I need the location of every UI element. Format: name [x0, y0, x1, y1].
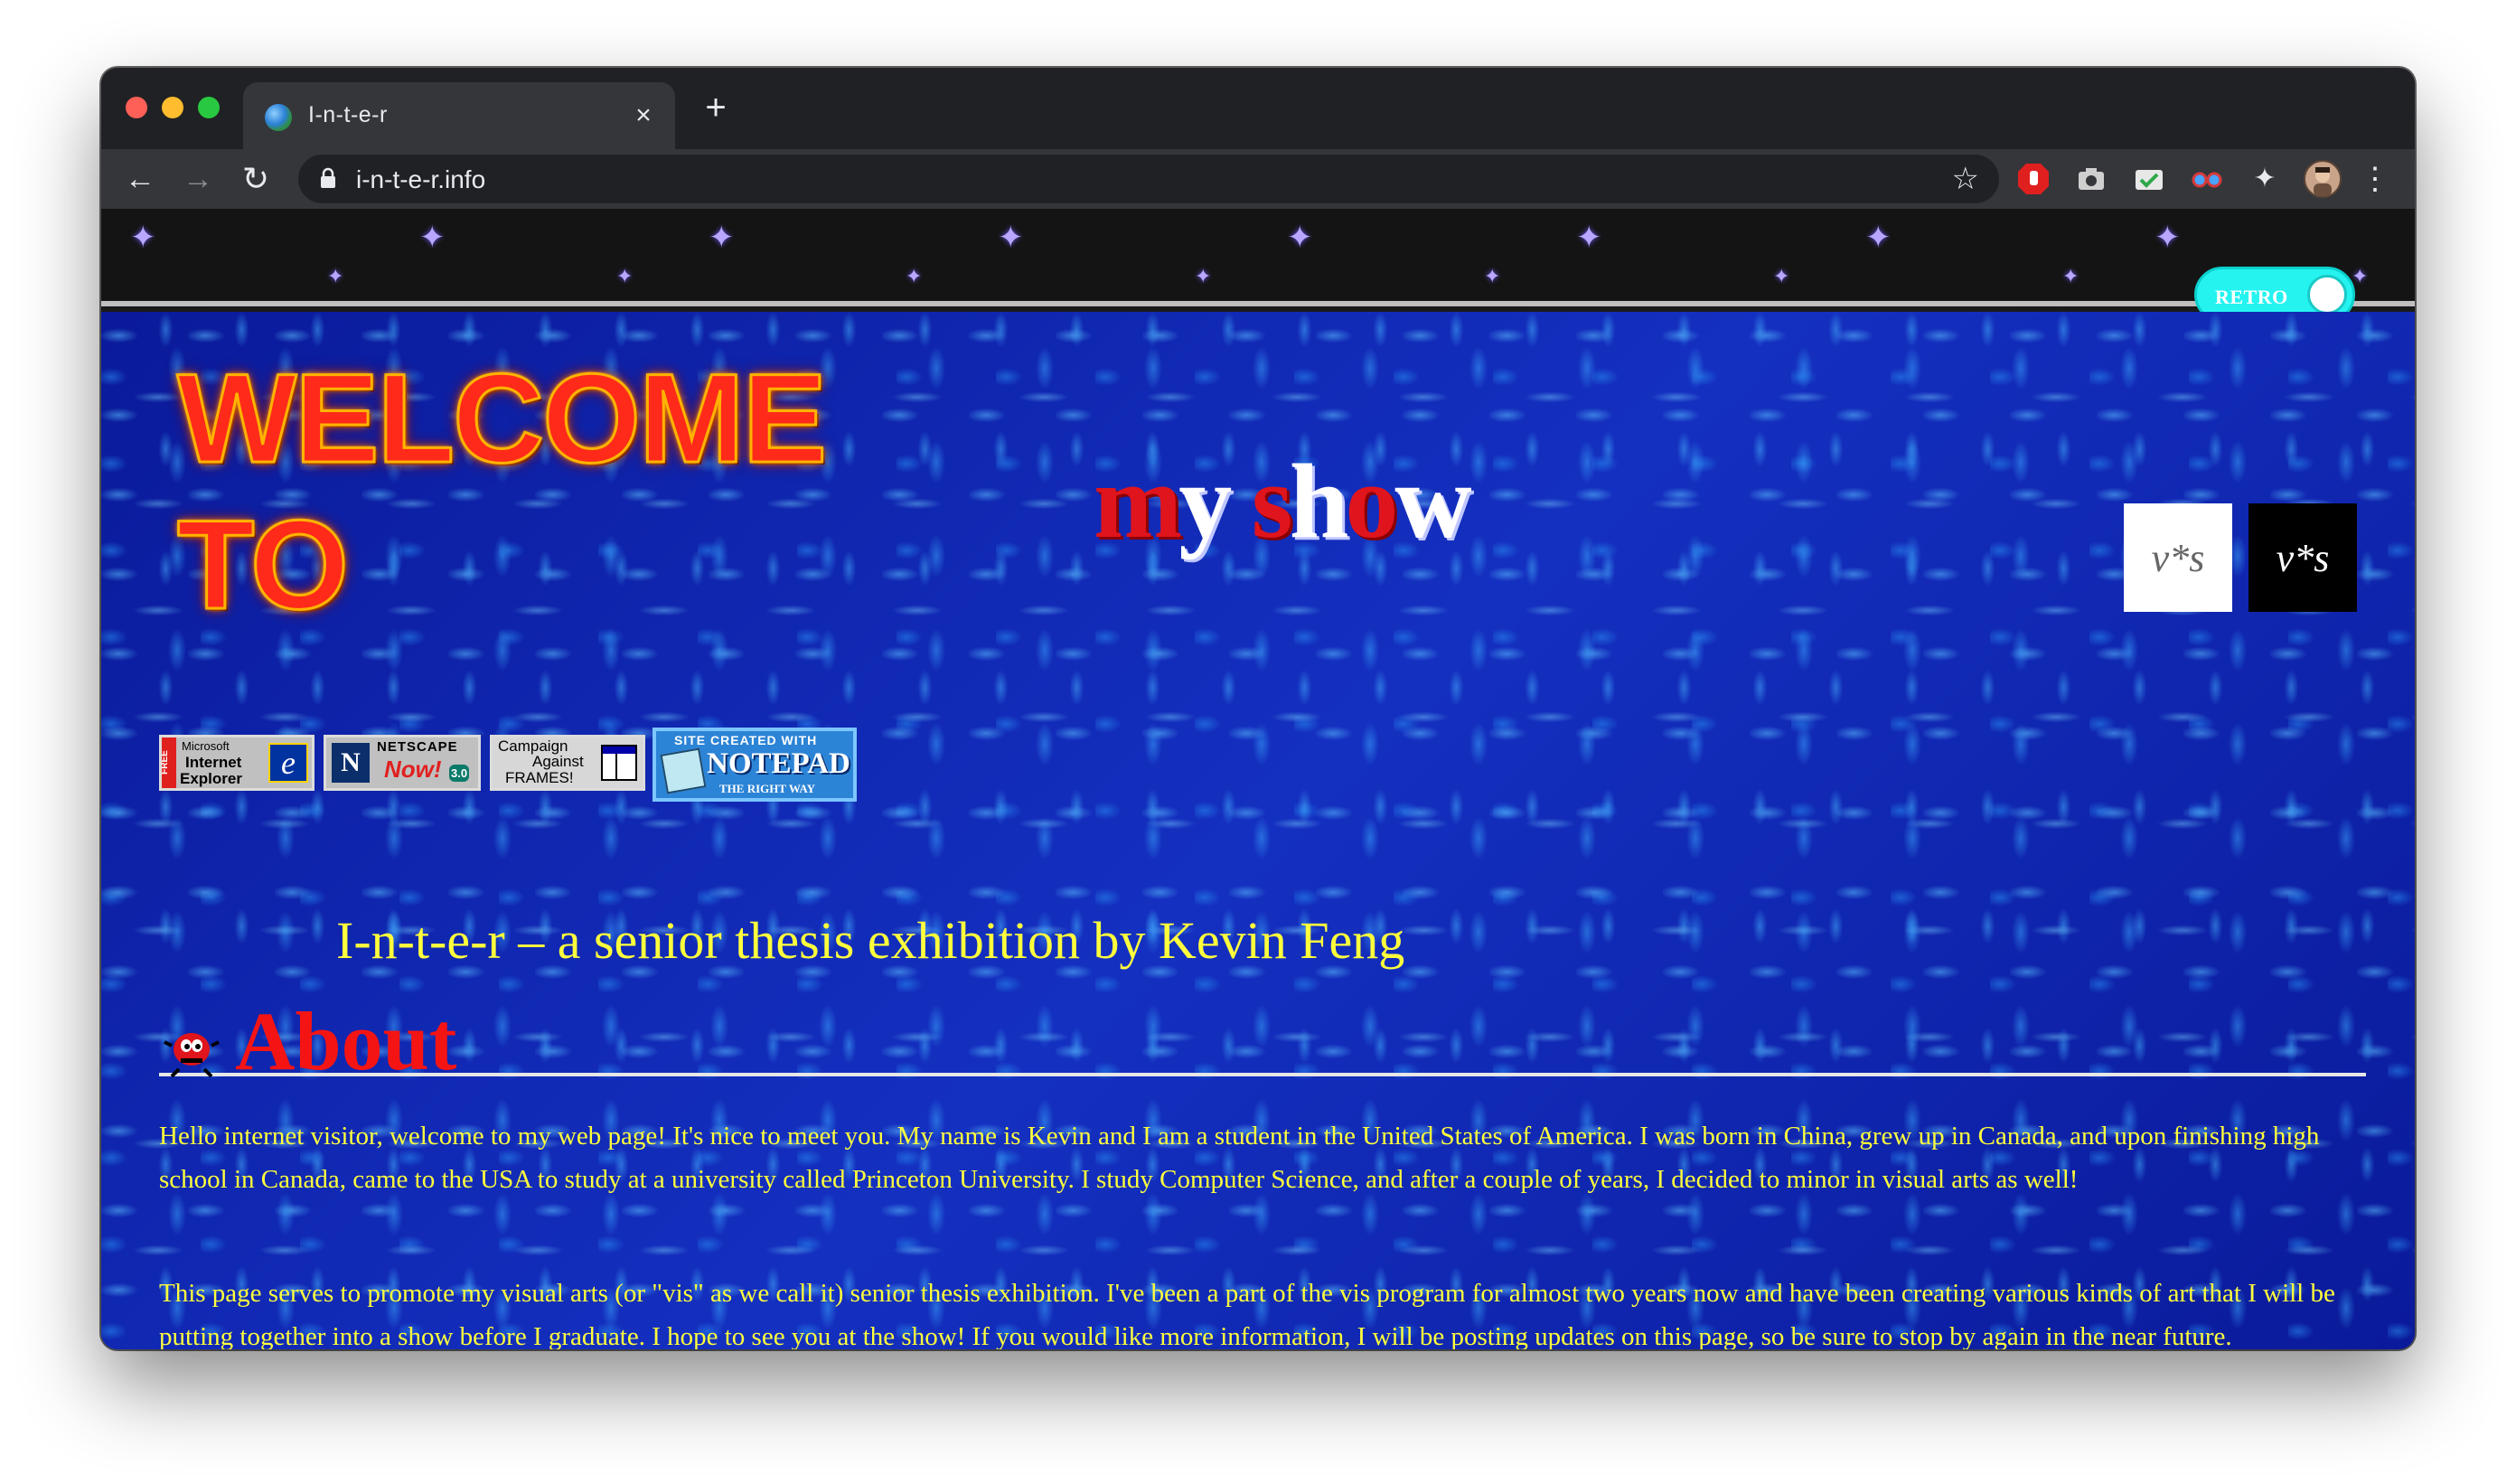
page-content: WELCOME TO my show v*s v*s FREE Microsof…: [101, 312, 2415, 1349]
tab-close-icon[interactable]: ×: [628, 100, 659, 131]
star-icon: ✦: [1773, 265, 1790, 287]
window-minimize-button[interactable]: [162, 97, 183, 118]
notepad-icon: [660, 747, 707, 794]
badge-np-line-1: SITE CREATED WITH: [674, 733, 818, 747]
badge-caf-line-2: Against: [532, 753, 584, 770]
tab-title: I-n-t-e-r: [308, 102, 388, 127]
browser-window: I-n-t-e-r × + ← → ↻ i-n-t-e-r.info ☆ ✦ ⋮…: [101, 68, 2415, 1349]
my-show-banner-image: my show: [1094, 442, 1672, 560]
star-icon: ✦: [1195, 265, 1212, 287]
frames-window-icon: [601, 745, 637, 781]
browser-tab-active[interactable]: I-n-t-e-r ×: [243, 82, 675, 149]
badge-np-line-3: THE RIGHT WAY: [719, 782, 815, 795]
badge-ns-line-3: 3.0: [449, 765, 470, 782]
star-icon: ✦: [998, 221, 1024, 255]
star-icon: ✦: [616, 265, 634, 287]
ie-logo-icon: e: [268, 743, 308, 783]
back-arrow-icon[interactable]: ←: [119, 158, 161, 200]
star-icon: ✦: [906, 265, 923, 287]
star-icon: ✦: [2155, 221, 2181, 255]
globe-favicon-icon: [265, 104, 292, 131]
retro-toggle-label: RETRO: [2215, 286, 2288, 308]
star-icon: ✦: [130, 221, 156, 255]
netscape-logo-icon: N: [332, 743, 370, 783]
new-tab-button[interactable]: +: [698, 89, 734, 126]
badge-ie-free: FREE: [159, 750, 170, 775]
glasses-extension-icon[interactable]: [2188, 160, 2226, 198]
vs-logo-light[interactable]: v*s: [2124, 503, 2232, 612]
bookmark-star-icon[interactable]: ☆: [1952, 162, 1979, 196]
badge-caf-line-3: FRAMES!: [505, 769, 574, 786]
badge-ns-line-1: NETSCAPE: [377, 739, 458, 755]
puzzle-extensions-icon[interactable]: ✦: [2246, 160, 2284, 198]
netscape-now-badge[interactable]: N NETSCAPE Now! 3.0: [324, 735, 481, 791]
window-maximize-button[interactable]: [198, 97, 220, 118]
internet-explorer-badge[interactable]: FREE Microsoft Internet Explorer e: [159, 735, 314, 791]
star-icon: ✦: [1484, 265, 1501, 287]
about-paragraph-1: Hello internet visitor, welcome to my we…: [159, 1122, 2320, 1194]
window-close-button[interactable]: [126, 97, 147, 118]
exhibition-subtitle: I-n-t-e-r – a senior thesis exhibition b…: [336, 911, 1405, 970]
browser-toolbar: ← → ↻ i-n-t-e-r.info ☆ ✦ ⋮: [101, 149, 2415, 209]
badge-ie-line-3: Explorer: [180, 770, 242, 787]
star-icon: ✦: [709, 221, 735, 255]
about-heading: About: [159, 995, 2366, 1087]
star-icon: ✦: [2062, 265, 2079, 287]
star-icon: ✦: [2352, 265, 2369, 287]
star-icon: ✦: [1576, 221, 1602, 255]
badge-ie-line-2: Internet: [185, 754, 242, 771]
badge-ns-line-2: Now!: [384, 756, 442, 783]
about-paragraph-2: This page serves to promote my visual ar…: [159, 1279, 2335, 1349]
star-icon: ✦: [1865, 221, 1892, 255]
my-show-letter: w: [1394, 442, 1471, 560]
welcome-text: WELCOME TO: [176, 346, 829, 637]
adblock-extension-icon[interactable]: [2014, 160, 2052, 198]
page-viewport: ✦ ✦ ✦ ✦ ✦ ✦ ✦ ✦ ✦ ✦ ✦ ✦ ✦ ✦ ✦ ✦ RETRO WE…: [101, 209, 2415, 1349]
badge-ie-line-1: Microsoft: [182, 739, 230, 753]
camera-extension-icon[interactable]: [2072, 160, 2110, 198]
campaign-against-frames-badge[interactable]: Campaign Against FRAMES!: [490, 735, 645, 791]
my-show-letter: y: [1178, 442, 1232, 560]
url-text[interactable]: i-n-t-e-r.info: [356, 165, 485, 194]
forward-arrow-icon[interactable]: →: [177, 158, 219, 200]
my-show-letter: m: [1094, 442, 1182, 560]
profile-avatar[interactable]: [2304, 160, 2342, 198]
site-created-with-notepad-badge[interactable]: SITE CREATED WITH NOTEPAD THE RIGHT WAY: [652, 728, 857, 802]
mail-check-extension-icon[interactable]: [2130, 160, 2168, 198]
my-show-text: my show: [1094, 440, 1472, 563]
starry-banner: ✦ ✦ ✦ ✦ ✦ ✦ ✦ ✦ ✦ ✦ ✦ ✦ ✦ ✦ ✦ ✦ RETRO: [101, 209, 2415, 323]
address-bar[interactable]: i-n-t-e-r.info ☆: [298, 155, 1999, 203]
welcome-to-banner-image: WELCOME TO: [176, 346, 1009, 637]
star-icon: ✦: [419, 221, 446, 255]
my-show-letter: s: [1251, 442, 1293, 560]
star-icon: ✦: [1287, 221, 1313, 255]
reload-icon[interactable]: ↻: [235, 158, 277, 200]
toggle-knob: [2307, 275, 2347, 315]
about-title: About: [235, 995, 457, 1087]
badge-np-line-2: NOTEPAD: [707, 747, 850, 780]
vs-logo-dark[interactable]: v*s: [2248, 503, 2357, 612]
my-show-letter: o: [1345, 442, 1398, 560]
star-icon: ✦: [327, 265, 344, 287]
lock-icon: [321, 167, 335, 188]
tab-strip: I-n-t-e-r × +: [101, 68, 2415, 149]
my-show-letter: h: [1289, 442, 1349, 560]
red-cartoon-mascot-icon: [164, 1033, 220, 1078]
my-show-space: [1228, 442, 1252, 560]
more-menu-icon[interactable]: ⋮: [2360, 160, 2390, 198]
